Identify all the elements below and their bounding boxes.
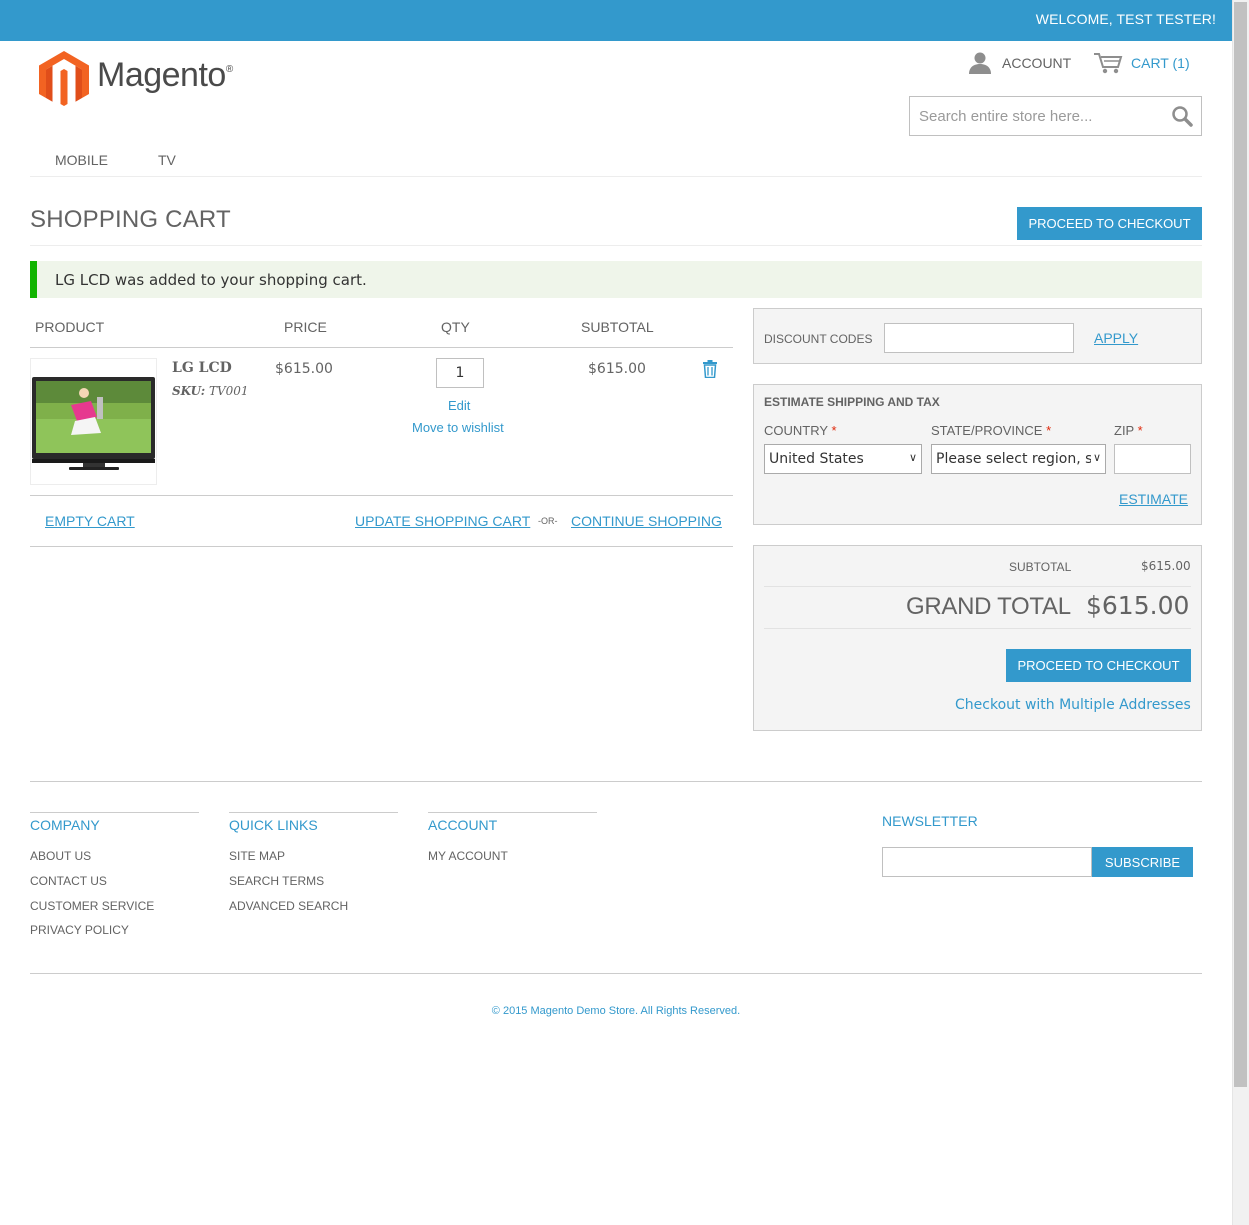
account-link[interactable]: ACCOUNT xyxy=(968,50,1071,76)
discount-code-input[interactable] xyxy=(884,323,1074,353)
footer-link-about-us[interactable]: ABOUT US xyxy=(30,849,91,863)
account-icon xyxy=(969,52,991,74)
footer-link-advanced-search[interactable]: ADVANCED SEARCH xyxy=(229,899,348,913)
newsletter-email-input[interactable] xyxy=(882,847,1092,877)
footer-link-contact-us[interactable]: CONTACT US xyxy=(30,874,107,888)
magento-logo-icon xyxy=(39,51,89,106)
account-label: ACCOUNT xyxy=(1002,55,1072,71)
state-label-text: STATE/PROVINCE xyxy=(931,423,1043,438)
proceed-to-checkout-button[interactable]: PROCEED TO CHECKOUT xyxy=(1017,207,1202,240)
state-select-value: Please select region, s xyxy=(936,451,1093,467)
footer-heading-company: COMPANY xyxy=(30,817,100,833)
column-header-subtotal: SUBTOTAL xyxy=(581,319,654,335)
tv-image xyxy=(31,359,156,484)
zip-label-text: ZIP xyxy=(1114,423,1134,438)
nav-item-mobile[interactable]: MOBILE xyxy=(55,152,108,168)
success-message: LG LCD was added to your shopping cart. xyxy=(30,261,1202,298)
page-title: SHOPPING CART xyxy=(30,206,231,233)
grand-total-value: $615.00 xyxy=(1086,591,1190,620)
product-image[interactable] xyxy=(30,358,157,485)
country-label-text: COUNTRY xyxy=(764,423,828,438)
logo-wordmark: Magento xyxy=(97,56,226,94)
zip-label: ZIP * xyxy=(1114,423,1143,438)
discount-label: DISCOUNT CODES xyxy=(764,332,873,346)
copyright: © 2015 Magento Demo Store. All Rights Re… xyxy=(491,1005,741,1017)
estimate-button[interactable]: ESTIMATE xyxy=(1119,491,1188,507)
footer-link-search-terms[interactable]: SEARCH TERMS xyxy=(229,874,324,888)
update-shopping-cart-button[interactable]: UPDATE SHOPPING CART xyxy=(355,513,530,529)
cart-link[interactable]: CART (1) xyxy=(1093,50,1190,76)
subtotal-value: $615.00 xyxy=(1141,559,1191,573)
divider xyxy=(30,245,1202,246)
cart-label: CART (1) xyxy=(1131,55,1190,71)
footer-heading-quick-links: QUICK LINKS xyxy=(229,817,318,833)
chevron-down-icon: ∨ xyxy=(908,451,917,464)
checkout-multiple-addresses-link[interactable]: Checkout with Multiple Addresses xyxy=(955,697,1191,713)
product-subtotal: $615.00 xyxy=(588,361,646,377)
footer-column-rule xyxy=(428,812,597,813)
scrollbar-thumb[interactable] xyxy=(1234,2,1247,1087)
country-select-value: United States xyxy=(769,451,864,467)
footer-link-my-account[interactable]: MY ACCOUNT xyxy=(428,849,508,863)
search-box xyxy=(909,96,1202,136)
logo-text[interactable]: Magento® xyxy=(97,56,233,95)
newsletter-heading: NEWSLETTER xyxy=(882,813,978,829)
chevron-down-icon: ∨ xyxy=(1090,451,1101,464)
divider xyxy=(30,347,733,348)
required-mark: * xyxy=(1046,423,1052,438)
zip-input[interactable] xyxy=(1114,444,1191,474)
country-select[interactable]: United States ∨ xyxy=(764,444,922,474)
shipping-panel-title: ESTIMATE SHIPPING AND TAX xyxy=(764,395,940,409)
divider xyxy=(30,495,733,496)
search-icon[interactable] xyxy=(1171,105,1193,127)
column-header-product: PRODUCT xyxy=(35,319,105,335)
footer-link-privacy-policy[interactable]: PRIVACY POLICY xyxy=(30,923,129,937)
footer-divider xyxy=(30,973,1202,974)
success-message-text: LG LCD was added to your shopping cart. xyxy=(55,271,367,289)
welcome-message: WELCOME, TEST TESTER! xyxy=(1035,11,1216,27)
grand-total-label: GRAND TOTAL xyxy=(906,593,1071,620)
footer-heading-account: ACCOUNT xyxy=(428,817,498,833)
divider xyxy=(764,586,1191,587)
product-price: $615.00 xyxy=(275,361,333,377)
empty-cart-button[interactable]: EMPTY CART xyxy=(45,513,135,529)
trash-icon[interactable] xyxy=(702,360,718,378)
required-mark: * xyxy=(1137,423,1143,438)
state-label: STATE/PROVINCE * xyxy=(931,423,1051,438)
divider xyxy=(764,628,1191,629)
sku-value: TV001 xyxy=(208,384,249,398)
footer-column-rule xyxy=(229,812,398,813)
or-separator: -OR- xyxy=(538,516,558,526)
divider xyxy=(30,546,733,547)
column-header-qty: QTY xyxy=(441,319,470,335)
proceed-to-checkout-button[interactable]: PROCEED TO CHECKOUT xyxy=(1006,649,1191,682)
move-to-wishlist-link[interactable]: Move to wishlist xyxy=(412,420,504,435)
required-mark: * xyxy=(831,423,837,438)
cart-icon xyxy=(1094,53,1123,74)
registered-mark: ® xyxy=(225,64,233,75)
main-nav: MOBILE TV xyxy=(30,144,1202,177)
state-select[interactable]: Please select region, s ∨ xyxy=(931,444,1106,474)
footer-column-rule xyxy=(30,812,199,813)
footer-link-customer-service[interactable]: CUSTOMER SERVICE xyxy=(30,899,154,913)
nav-item-tv[interactable]: TV xyxy=(158,152,176,168)
subtotal-label: SUBTOTAL xyxy=(1009,560,1072,574)
footer-divider xyxy=(30,781,1202,782)
footer-link-site-map[interactable]: SITE MAP xyxy=(229,849,285,863)
search-input[interactable] xyxy=(911,98,1161,134)
country-label: COUNTRY * xyxy=(764,423,837,438)
product-name[interactable]: LG LCD xyxy=(172,360,232,376)
column-header-price: PRICE xyxy=(284,319,327,335)
continue-shopping-button[interactable]: CONTINUE SHOPPING xyxy=(571,513,722,529)
top-bar: WELCOME, TEST TESTER! xyxy=(0,0,1232,41)
edit-link[interactable]: Edit xyxy=(448,398,470,413)
subscribe-button[interactable]: SUBSCRIBE xyxy=(1092,847,1193,877)
product-sku: SKU: TV001 xyxy=(172,384,249,398)
apply-discount-button[interactable]: APPLY xyxy=(1094,330,1138,346)
qty-input[interactable] xyxy=(436,358,484,388)
sku-label: SKU: xyxy=(172,384,206,398)
